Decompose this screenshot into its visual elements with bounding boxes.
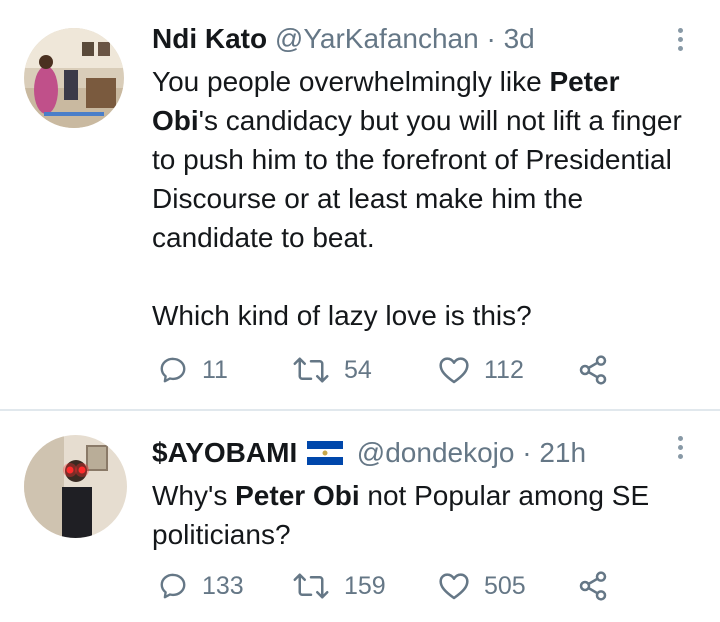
timestamp[interactable]: 21h xyxy=(539,437,586,468)
tweet-actions: 11 54 112 xyxy=(152,350,632,390)
text-paragraph: Which kind of lazy love is this? xyxy=(152,300,532,331)
text-part: Why's xyxy=(152,480,236,511)
reply-button[interactable]: 11 xyxy=(158,350,228,390)
share-icon xyxy=(579,571,607,601)
handle[interactable]: @dondekojo xyxy=(357,437,515,468)
text-part: 's candidacy but you will not lift a fin… xyxy=(152,105,682,253)
heart-icon xyxy=(439,573,469,600)
reply-icon xyxy=(160,357,186,383)
reply-count: 11 xyxy=(202,355,228,384)
reply-icon xyxy=(160,573,186,599)
separator: · xyxy=(486,23,496,54)
avatar[interactable] xyxy=(24,28,124,128)
retweet-button[interactable]: 159 xyxy=(292,566,386,606)
retweet-button[interactable]: 54 xyxy=(292,350,372,390)
timestamp[interactable]: 3d xyxy=(504,23,535,54)
share-icon xyxy=(579,355,607,385)
like-count: 505 xyxy=(484,571,526,600)
tweet-text: Why's Peter Obi not Popular among SE pol… xyxy=(152,476,692,554)
display-name[interactable]: Ndi Kato xyxy=(152,23,267,54)
handle[interactable]: @YarKafanchan xyxy=(275,23,479,54)
separator: · xyxy=(522,437,532,468)
like-button[interactable]: 112 xyxy=(438,350,524,390)
share-button[interactable] xyxy=(577,566,623,606)
tweet-1[interactable]: Ndi Kato @YarKafanchan · 3d You people o… xyxy=(0,0,720,410)
reply-count: 133 xyxy=(202,571,244,600)
retweet-count: 54 xyxy=(344,355,372,384)
tweet-actions: 133 159 505 xyxy=(152,566,632,606)
display-name[interactable]: $AYOBAMI xyxy=(152,437,297,468)
retweet-icon xyxy=(293,573,329,599)
tweet-2[interactable]: $AYOBAMI @dondekojo · 21h Why's Peter Ob… xyxy=(0,411,720,622)
text-bold: Peter Obi xyxy=(235,480,360,511)
tweet-text: You people overwhelmingly like Peter Obi… xyxy=(152,62,692,335)
retweet-icon xyxy=(293,357,329,383)
text-part: You people overwhelmingly like xyxy=(152,66,550,97)
more-vertical-icon[interactable] xyxy=(670,436,690,463)
like-count: 112 xyxy=(484,355,524,384)
retweet-count: 159 xyxy=(344,571,386,600)
reply-button[interactable]: 133 xyxy=(158,566,244,606)
like-button[interactable]: 505 xyxy=(438,566,526,606)
tweet-header: $AYOBAMI @dondekojo · 21h xyxy=(152,436,586,470)
more-vertical-icon[interactable] xyxy=(670,28,690,55)
tweet-header: Ndi Kato @YarKafanchan · 3d xyxy=(152,22,535,56)
share-button[interactable] xyxy=(577,350,623,390)
el-salvador-flag-icon xyxy=(307,441,344,465)
avatar[interactable] xyxy=(24,435,127,538)
heart-icon xyxy=(439,357,469,384)
